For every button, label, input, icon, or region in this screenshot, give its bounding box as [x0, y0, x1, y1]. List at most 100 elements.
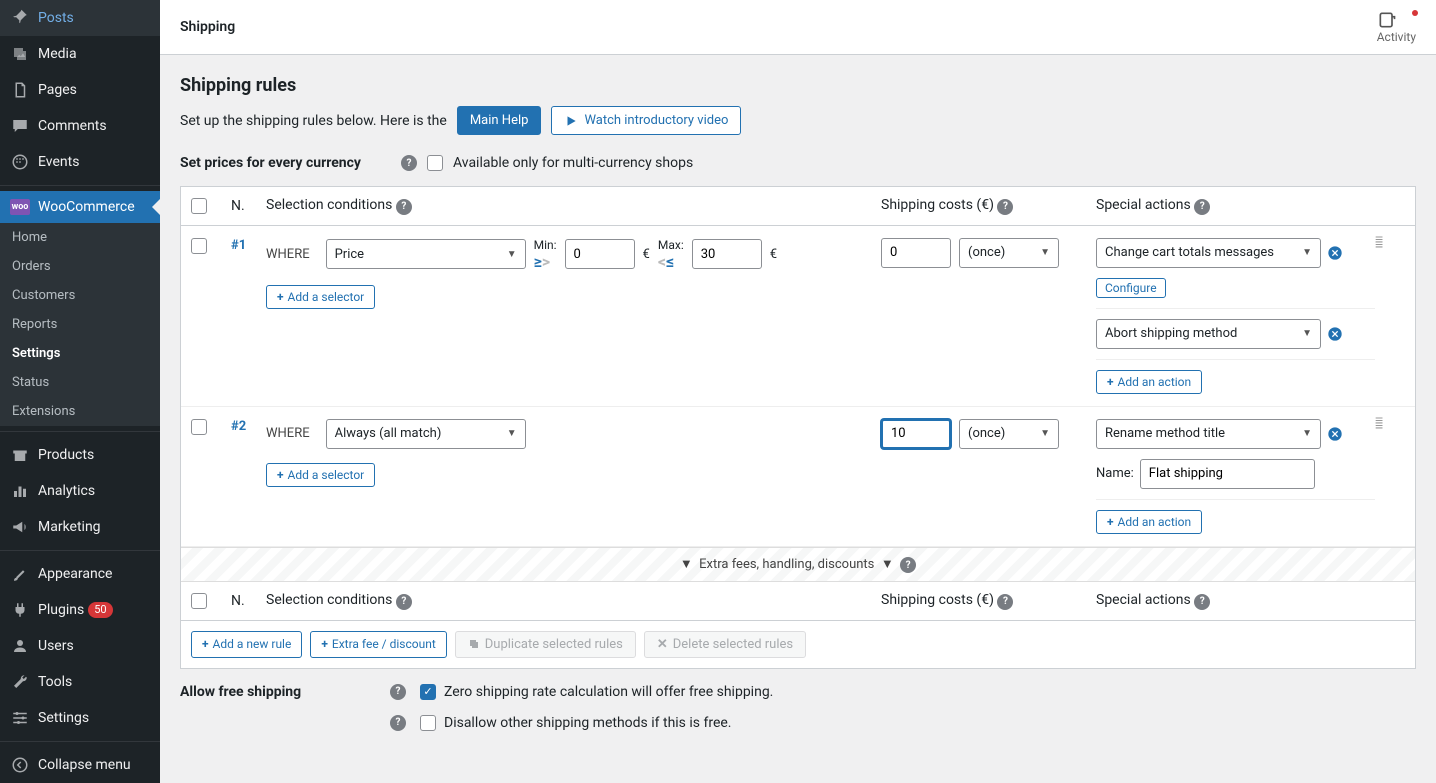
- select-all-checkbox[interactable]: [191, 198, 207, 214]
- add-action-button[interactable]: + Add an action: [1096, 510, 1202, 534]
- sub-customers[interactable]: Customers: [0, 281, 160, 310]
- min-input[interactable]: [565, 239, 635, 269]
- wrench-icon: [10, 672, 30, 692]
- cost-input[interactable]: [881, 238, 951, 268]
- sub-orders[interactable]: Orders: [0, 252, 160, 281]
- calendar-icon: [10, 152, 30, 172]
- products-icon: [10, 445, 30, 465]
- remove-action-icon[interactable]: [1327, 245, 1343, 261]
- sidebar-item-woocommerce[interactable]: woo WooCommerce: [0, 191, 160, 223]
- min-label: Min:: [534, 238, 557, 252]
- rule-checkbox[interactable]: [191, 238, 207, 254]
- woo-icon: woo: [10, 199, 30, 215]
- sidebar-item-analytics[interactable]: Analytics: [0, 473, 160, 509]
- sidebar-item-plugins[interactable]: Plugins 50: [0, 592, 160, 628]
- sidebar-item-products[interactable]: Products: [0, 437, 160, 473]
- sidebar-item-appearance[interactable]: Appearance: [0, 556, 160, 592]
- label: Tools: [38, 674, 72, 690]
- rule-checkbox[interactable]: [191, 419, 207, 435]
- extra-fees-bar[interactable]: ▼ Extra fees, handling, discounts ▼ ?: [181, 547, 1415, 583]
- action-select[interactable]: Abort shipping method▼: [1096, 319, 1321, 349]
- condition-selector[interactable]: Always (all match)▼: [326, 419, 526, 449]
- user-icon: [10, 636, 30, 656]
- sidebar-item-settings[interactable]: Settings: [0, 700, 160, 736]
- rule-number: #2: [231, 419, 266, 434]
- add-action-button[interactable]: + Add an action: [1096, 370, 1202, 394]
- analytics-icon: [10, 481, 30, 501]
- sidebar-item-posts[interactable]: Posts: [0, 0, 160, 36]
- name-input[interactable]: [1140, 459, 1315, 489]
- copy-icon: [468, 638, 480, 650]
- remove-action-icon[interactable]: [1327, 326, 1343, 342]
- plugin-badge: 50: [88, 602, 112, 618]
- action-select[interactable]: Rename method title▼: [1096, 419, 1321, 449]
- header-selection: Selection conditions ?: [266, 592, 881, 610]
- sub-settings[interactable]: Settings: [0, 339, 160, 368]
- label: Users: [38, 638, 74, 654]
- add-selector-button[interactable]: + Add a selector: [266, 285, 375, 309]
- help-icon[interactable]: ?: [997, 594, 1013, 610]
- label: Posts: [38, 10, 74, 26]
- activity-button[interactable]: Activity: [1377, 10, 1416, 44]
- zero-rate-label: Zero shipping rate calculation will offe…: [444, 684, 773, 700]
- sidebar-item-pages[interactable]: Pages: [0, 72, 160, 108]
- label: Marketing: [38, 519, 101, 535]
- rule-row-2: #2 WHERE Always (all match)▼ + Add a sel…: [181, 407, 1415, 547]
- duplicate-button[interactable]: Duplicate selected rules: [455, 631, 636, 658]
- sub-home[interactable]: Home: [0, 223, 160, 252]
- sub-status[interactable]: Status: [0, 368, 160, 397]
- label: Analytics: [38, 483, 95, 499]
- help-icon[interactable]: ?: [390, 684, 406, 700]
- where-label: WHERE: [266, 247, 310, 262]
- sidebar-collapse[interactable]: Collapse menu: [0, 747, 160, 783]
- brush-icon: [10, 564, 30, 584]
- page-title: Shipping: [180, 19, 235, 35]
- add-rule-button[interactable]: + Add a new rule: [191, 631, 302, 658]
- sidebar-item-media[interactable]: Media: [0, 36, 160, 72]
- lte-toggle[interactable]: <≤: [658, 252, 674, 271]
- label: Products: [38, 447, 94, 463]
- help-icon[interactable]: ?: [900, 557, 916, 573]
- sidebar-item-marketing[interactable]: Marketing: [0, 509, 160, 545]
- multi-currency-checkbox[interactable]: [427, 155, 443, 171]
- help-icon[interactable]: ?: [396, 594, 412, 610]
- configure-link[interactable]: Configure: [1096, 278, 1166, 298]
- rules-table: N. Selection conditions ? Shipping costs…: [180, 186, 1416, 669]
- disallow-checkbox[interactable]: [420, 715, 436, 731]
- max-input[interactable]: [692, 239, 762, 269]
- main-help-button[interactable]: Main Help: [457, 106, 542, 135]
- remove-action-icon[interactable]: [1327, 426, 1343, 442]
- help-icon[interactable]: ?: [401, 155, 417, 171]
- activity-label: Activity: [1377, 30, 1416, 44]
- help-icon[interactable]: ?: [997, 199, 1013, 215]
- pages-icon: [10, 80, 30, 100]
- sidebar-item-events[interactable]: Events: [0, 144, 160, 180]
- drag-handle[interactable]: ≡≡: [1375, 419, 1405, 429]
- help-icon[interactable]: ?: [390, 715, 406, 731]
- x-icon: ✕: [657, 637, 668, 652]
- disallow-label: Disallow other shipping methods if this …: [444, 715, 732, 731]
- sidebar-item-tools[interactable]: Tools: [0, 664, 160, 700]
- main-content: Shipping Activity Shipping rules Set up …: [160, 0, 1436, 783]
- frequency-select[interactable]: (once)▼: [959, 238, 1059, 268]
- sub-extensions[interactable]: Extensions: [0, 397, 160, 426]
- frequency-select[interactable]: (once)▼: [959, 419, 1059, 449]
- sidebar-item-comments[interactable]: Comments: [0, 108, 160, 144]
- add-selector-button[interactable]: + Add a selector: [266, 463, 375, 487]
- help-icon[interactable]: ?: [1194, 594, 1210, 610]
- sidebar-item-users[interactable]: Users: [0, 628, 160, 664]
- extra-fee-button[interactable]: + Extra fee / discount: [310, 631, 446, 658]
- condition-selector[interactable]: Price▼: [326, 239, 526, 269]
- watch-video-button[interactable]: Watch introductory video: [551, 106, 741, 135]
- zero-rate-checkbox[interactable]: ✓: [420, 684, 436, 700]
- name-label: Name:: [1096, 466, 1134, 481]
- cost-input[interactable]: [881, 419, 951, 449]
- delete-button[interactable]: ✕ Delete selected rules: [644, 631, 806, 658]
- help-icon[interactable]: ?: [396, 199, 412, 215]
- sub-reports[interactable]: Reports: [0, 310, 160, 339]
- gte-toggle[interactable]: ≥>: [534, 252, 551, 271]
- help-icon[interactable]: ?: [1194, 199, 1210, 215]
- action-select[interactable]: Change cart totals messages▼: [1096, 238, 1321, 268]
- drag-handle[interactable]: ≡≡: [1375, 238, 1405, 248]
- select-all-checkbox[interactable]: [191, 593, 207, 609]
